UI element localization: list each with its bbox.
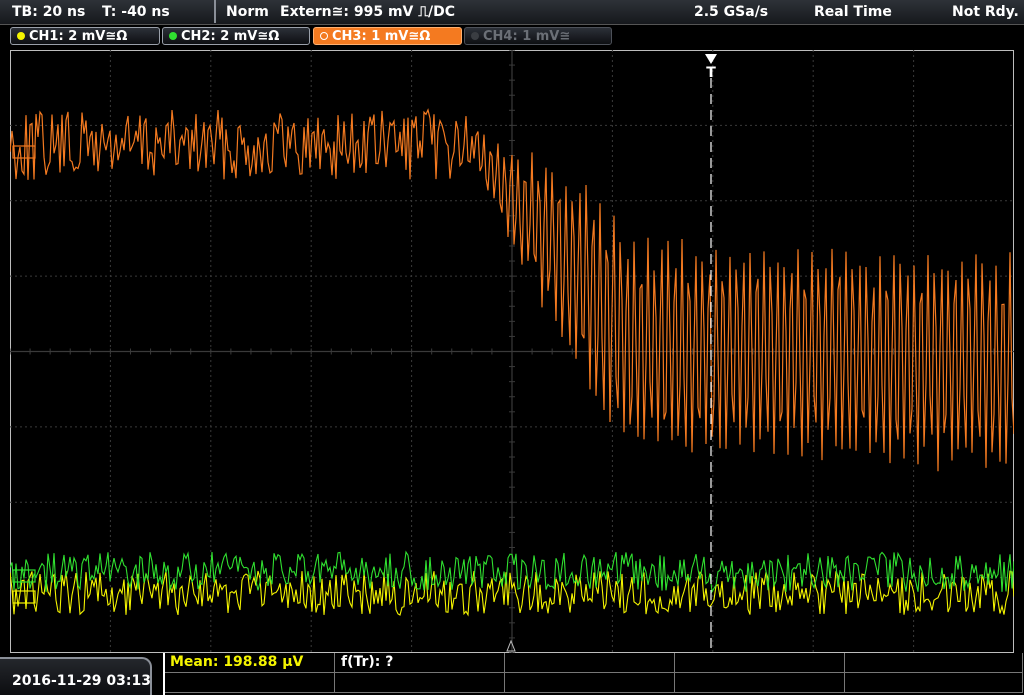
- acquisition-mode-label[interactable]: Real Time: [814, 4, 892, 20]
- channel-1-indicator-icon: [17, 32, 25, 40]
- bottom-bar: 2016-11-29 03:13 Mean: 198.88 µV f(Tr): …: [0, 653, 1024, 695]
- channel-3-indicator-icon: [320, 32, 328, 40]
- sample-rate-label[interactable]: 2.5 GSa/s: [694, 4, 768, 20]
- measurement-cell-empty[interactable]: [505, 653, 675, 673]
- timebase-label[interactable]: TB: 20 ns: [12, 4, 85, 20]
- channel-3-label: CH3: 1 mV≅Ω: [332, 29, 431, 44]
- channel-2-label: CH2: 2 mV≅Ω: [181, 29, 280, 44]
- channel-2-button[interactable]: CH2: 2 mV≅Ω: [162, 27, 310, 45]
- measurement-cell-empty[interactable]: [505, 673, 675, 693]
- waveform-display[interactable]: T: [10, 50, 1014, 653]
- channel-4-label: CH4: 1 mV≅: [483, 29, 571, 44]
- trigger-time-label[interactable]: T: -40 ns: [102, 4, 170, 20]
- datetime-box: 2016-11-29 03:13: [0, 657, 152, 695]
- channel-4-button[interactable]: CH4: 1 mV≅: [464, 27, 612, 45]
- trigger-marker: T: [706, 65, 716, 81]
- measurement-table: Mean: 198.88 µV f(Tr): ?: [163, 653, 1023, 695]
- channel-2-indicator-icon: [169, 32, 177, 40]
- timebase-box[interactable]: TB: 20 ns T: -40 ns: [0, 0, 216, 23]
- trigger-mode-label[interactable]: Norm: [226, 4, 269, 20]
- channel-1-button[interactable]: CH1: 2 mV≅Ω: [10, 27, 160, 45]
- rise-frequency-measurement: f(Tr): ?: [341, 654, 394, 670]
- channel-3-offset-marker[interactable]: [12, 145, 36, 159]
- center-marker-icon: [506, 639, 516, 652]
- trigger-source-label[interactable]: Extern≅: 995 mV ⎍/DC: [280, 4, 455, 20]
- measurement-cell-empty[interactable]: [845, 673, 1023, 693]
- ready-state-label: Not Rdy.: [952, 4, 1019, 20]
- status-bar: TB: 20 ns T: -40 ns Norm Extern≅: 995 mV…: [0, 0, 1024, 25]
- channel-4-indicator-icon: [471, 32, 479, 40]
- measurement-cell-empty[interactable]: [675, 653, 845, 673]
- measurement-cell-empty[interactable]: [165, 673, 335, 693]
- trigger-arrow-icon[interactable]: [705, 54, 717, 64]
- measurement-cell-empty[interactable]: [675, 673, 845, 693]
- channel-3-button[interactable]: CH3: 1 mV≅Ω: [313, 27, 462, 45]
- datetime-label: 2016-11-29 03:13: [12, 673, 151, 689]
- measurement-cell-empty[interactable]: [845, 653, 1023, 673]
- channel-bar: CH1: 2 mV≅Ω CH2: 2 mV≅Ω CH3: 1 mV≅Ω CH4:…: [0, 25, 1024, 49]
- channel-1-label: CH1: 2 mV≅Ω: [29, 29, 128, 44]
- measurement-cell-empty[interactable]: [335, 673, 505, 693]
- mean-measurement: Mean: 198.88 µV: [170, 654, 304, 670]
